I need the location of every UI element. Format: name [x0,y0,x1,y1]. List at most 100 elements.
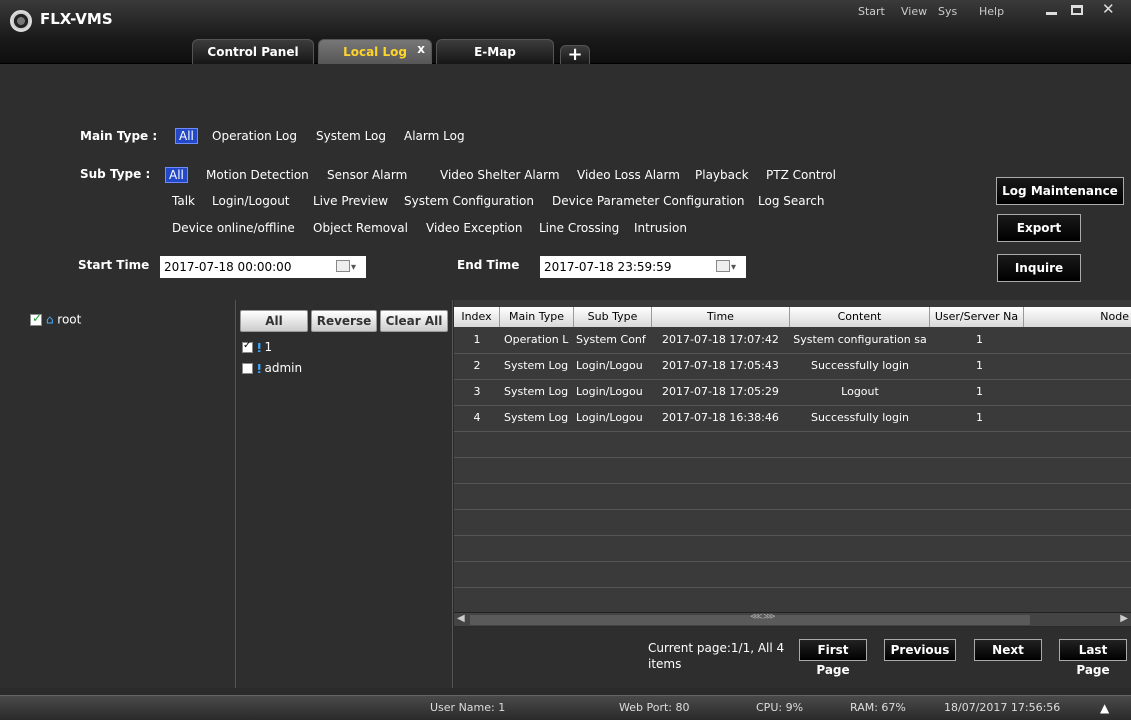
status-datetime: 18/07/2017 17:56:56 [944,701,1061,714]
table-row [454,458,1131,484]
sub-type-playback[interactable]: Playback [695,168,749,182]
status-ram: RAM: 67% [850,701,906,714]
table-row [454,588,1131,612]
main-type-alarm-log[interactable]: Alarm Log [404,129,465,143]
checkbox-icon[interactable]: ✓ [30,311,42,326]
menu-sys[interactable]: Sys [938,5,957,18]
sub-type-video-exception[interactable]: Video Exception [426,221,523,235]
maximize-icon[interactable] [1071,5,1083,15]
end-time-field[interactable]: 2017-07-18 23:59:59 [540,256,746,279]
status-user: User Name: 1 [430,701,506,714]
clear-all-button[interactable]: Clear All [380,310,448,332]
col-sub-type[interactable]: Sub Type [574,307,652,327]
table-row [454,432,1131,458]
tab-control-panel[interactable]: Control Panel [192,39,314,65]
user-item[interactable]: ⵑ admin [242,361,302,376]
main-type-all[interactable]: All [175,128,198,144]
export-button[interactable]: Export [997,214,1081,242]
cell-sub-type: System Conf [576,333,646,346]
scroll-right-icon[interactable]: ▶ [1120,613,1128,624]
first-page-button[interactable]: First Page [799,639,867,677]
table-row[interactable]: 2 System Log Login/Logou 2017-07-18 17:05:4… [454,354,1131,380]
cell-user-server: 1 [976,333,983,346]
table-row[interactable]: 1 Operation L System Conf 2017-07-18 17:07:… [454,328,1131,354]
end-time-label: End Time [457,258,520,272]
cell-user-server: 1 [976,411,983,424]
sub-type-all[interactable]: All [165,167,188,183]
checkbox-icon[interactable] [242,363,253,374]
col-user-server[interactable]: User/Server Na [930,307,1024,327]
tab-local-log-label: Local Log [343,45,407,59]
table-row[interactable]: 3 System Log Login/Logou 2017-07-18 17:05:2… [454,380,1131,406]
sub-type-login-logout[interactable]: Login/Logout [212,194,290,208]
user-list-panel: All Reverse Clear All ⵑ1 ⵑadmin [237,300,453,688]
inquire-button[interactable]: Inquire [997,254,1081,282]
expand-up-icon[interactable]: ▲ [1100,701,1109,715]
end-time-value: 2017-07-18 23:59:59 [544,260,672,274]
sub-type-live-preview[interactable]: Live Preview [313,194,388,208]
tree-root-node[interactable]: ✓ ⌂ root [30,311,82,327]
sub-type-motion-detection[interactable]: Motion Detection [206,168,309,182]
sub-type-ptz-control[interactable]: PTZ Control [766,168,836,182]
table-row [454,562,1131,588]
main-type-label: Main Type : [80,129,158,143]
minimize-icon[interactable] [1044,2,1060,18]
app-logo-icon [10,10,32,32]
sub-type-line-crossing[interactable]: Line Crossing [539,221,619,235]
cell-time: 2017-07-18 17:05:29 [662,385,779,398]
add-tab-button[interactable]: + [560,45,590,65]
tab-e-map[interactable]: E-Map [436,39,554,65]
sub-type-video-loss-alarm[interactable]: Video Loss Alarm [577,168,680,182]
sub-type-device-parameter-configuration[interactable]: Device Parameter Configuration [552,194,744,208]
cell-main-type: System Log [504,385,569,398]
cell-index: 2 [473,359,481,372]
cell-index: 4 [473,411,481,424]
main-type-operation-log[interactable]: Operation Log [212,129,297,143]
sub-type-intrusion[interactable]: Intrusion [634,221,687,235]
sub-type-object-removal[interactable]: Object Removal [313,221,408,235]
reverse-button[interactable]: Reverse [311,310,377,332]
scroll-left-icon[interactable]: ◀ [457,613,465,624]
table-row [454,536,1131,562]
status-cpu: CPU: 9% [756,701,804,714]
menu-start[interactable]: Start [858,5,885,18]
cell-index: 1 [473,333,481,346]
sub-type-system-configuration[interactable]: System Configuration [404,194,534,208]
start-time-field[interactable]: 2017-07-18 00:00:00 [160,256,366,279]
menu-view[interactable]: View [901,5,927,18]
cell-user-server: 1 [976,385,983,398]
main-type-system-log[interactable]: System Log [316,129,386,143]
col-main-type[interactable]: Main Type [500,307,574,327]
sub-type-sensor-alarm[interactable]: Sensor Alarm [327,168,407,182]
sub-type-device-online-offline[interactable]: Device online/offline [172,221,295,235]
horizontal-scrollbar[interactable]: ◀ ⋘⋙ ▶ [454,612,1131,626]
user-item[interactable]: ⵑ1 [242,340,272,355]
log-maintenance-button[interactable]: Log Maintenance [996,177,1124,205]
col-node[interactable]: Node [1024,307,1131,327]
tree-root-label: root [57,312,82,327]
checkbox-icon[interactable] [242,340,253,353]
tab-close-icon[interactable]: x [417,37,425,61]
col-index[interactable]: Index [454,307,500,327]
close-icon[interactable]: ✕ [1102,0,1115,18]
previous-button[interactable]: Previous [884,639,956,661]
start-time-value: 2017-07-18 00:00:00 [164,260,292,274]
sub-type-video-shelter-alarm[interactable]: Video Shelter Alarm [440,168,560,182]
table-row[interactable]: 4 System Log Login/Logou 2017-07-18 16:38:4… [454,406,1131,432]
tab-local-log[interactable]: Local Log x [318,39,432,65]
cell-user-server: 1 [976,359,983,372]
start-time-label: Start Time [78,258,150,272]
col-time[interactable]: Time [652,307,790,327]
calendar-icon[interactable] [336,257,356,279]
sub-type-talk[interactable]: Talk [172,194,195,208]
app-window: FLX-VMS Control Panel Local Log x E-Map +… [0,0,1131,720]
menu-help[interactable]: Help [979,5,1004,18]
select-all-button[interactable]: All [240,310,308,332]
calendar-icon[interactable] [716,257,736,279]
next-button[interactable]: Next [974,639,1042,661]
sub-type-log-search[interactable]: Log Search [758,194,824,208]
last-page-button[interactable]: Last Page [1059,639,1127,677]
user-name: admin [264,361,303,375]
col-content[interactable]: Content [790,307,930,327]
pager: Current page:1/1, All 4 items First Page… [454,627,1131,688]
